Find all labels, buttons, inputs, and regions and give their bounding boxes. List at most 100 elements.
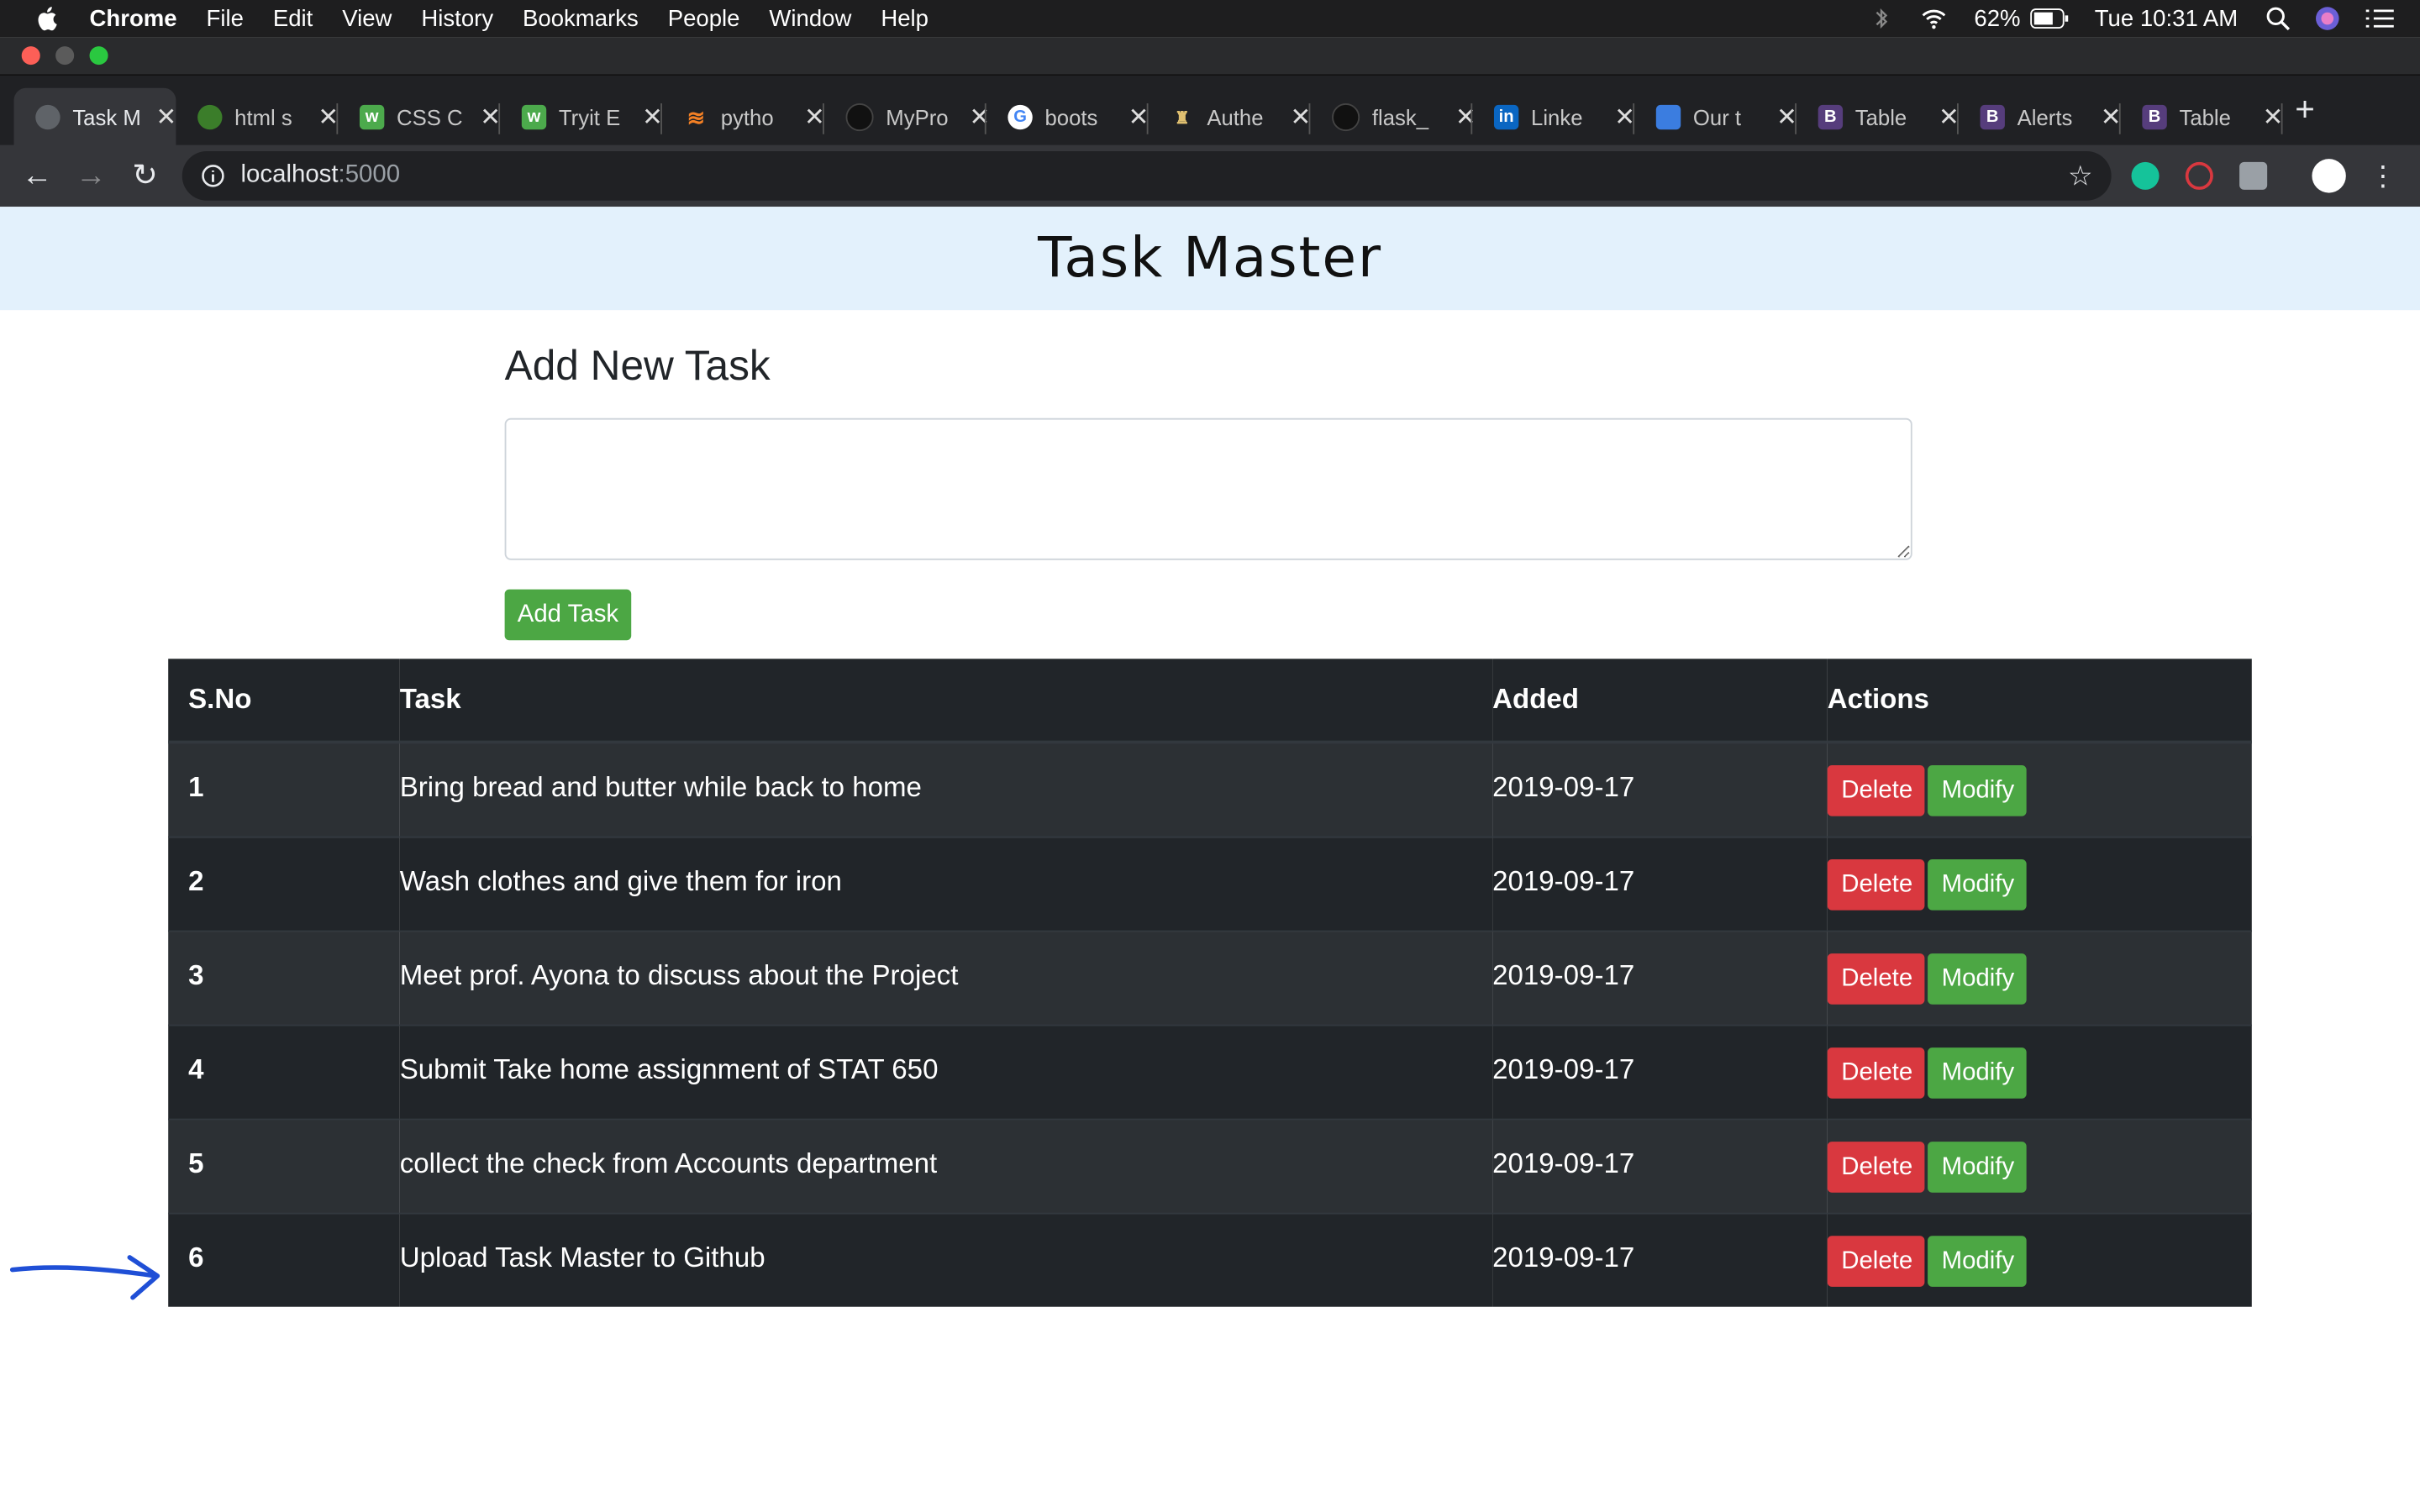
tab-linkedin[interactable]: in Linke ✕	[1472, 88, 1635, 147]
apple-icon[interactable]	[34, 5, 61, 33]
w3schools-icon: w	[521, 104, 547, 130]
star-icon[interactable]: ☆	[2068, 160, 2093, 193]
w3schools-icon: w	[359, 104, 385, 130]
tab-label: Authe	[1207, 104, 1264, 130]
delete-button[interactable]: Delete	[1827, 953, 1925, 1005]
task-input[interactable]	[504, 417, 1912, 560]
more-icon[interactable]: ⋮	[2365, 157, 2402, 194]
tab-bootstrap-tables[interactable]: B Table ✕	[1797, 88, 1960, 147]
tab-bootstrap-search[interactable]: G boots ✕	[986, 88, 1149, 147]
tab-label: Tryit E	[558, 104, 621, 130]
tab-label: Table	[2179, 104, 2231, 130]
modify-button[interactable]: Modify	[1928, 1142, 2027, 1193]
close-window-button[interactable]	[21, 46, 40, 66]
bluetooth-icon[interactable]	[1870, 6, 1894, 30]
bootstrap-icon: B	[1980, 104, 2005, 130]
header-task: Task	[399, 659, 1493, 744]
tasks-table: S.No Task Added Actions 1 Bring bread an…	[168, 659, 2252, 1307]
delete-button[interactable]: Delete	[1827, 1047, 1925, 1099]
flask-icon: ♜	[1174, 108, 1191, 128]
spotlight-icon[interactable]	[2265, 6, 2291, 31]
new-tab-button[interactable]: +	[2295, 90, 2315, 130]
info-icon[interactable]	[201, 164, 225, 188]
menu-window[interactable]: Window	[769, 5, 851, 31]
menu-history[interactable]: History	[421, 5, 493, 31]
close-tab-icon[interactable]: ✕	[480, 102, 501, 133]
close-tab-icon[interactable]: ✕	[1939, 102, 1960, 133]
tab-flask[interactable]: flask_ ✕	[1310, 88, 1476, 147]
grammarly-icon[interactable]	[2131, 161, 2160, 190]
github-icon	[1332, 103, 1360, 132]
header-sno: S.No	[168, 659, 400, 744]
form-title: Add New Task	[504, 342, 771, 389]
extension-icon[interactable]	[2239, 161, 2268, 190]
forward-icon[interactable]: →	[72, 157, 109, 194]
tab-python[interactable]: ≋ pytho ✕	[662, 88, 825, 147]
delete-button[interactable]: Delete	[1827, 859, 1925, 911]
menu-edit[interactable]: Edit	[273, 5, 313, 31]
row-task: collect the check from Accounts departme…	[399, 1147, 938, 1179]
menu-people[interactable]: People	[668, 5, 740, 31]
minimize-window-button[interactable]	[55, 46, 75, 66]
modify-button[interactable]: Modify	[1928, 953, 2027, 1005]
zoom-window-button[interactable]	[89, 46, 108, 66]
close-tab-icon[interactable]: ✕	[2263, 102, 2284, 133]
menu-app-name[interactable]: Chrome	[90, 5, 177, 31]
close-tab-icon[interactable]: ✕	[1776, 102, 1797, 133]
add-task-button[interactable]: Add Task	[504, 589, 632, 641]
battery-icon[interactable]	[2030, 6, 2070, 30]
modify-button[interactable]: Modify	[1928, 1047, 2027, 1099]
tab-label: html s	[234, 104, 292, 130]
menu-bookmarks[interactable]: Bookmarks	[523, 5, 639, 31]
back-icon[interactable]: ←	[18, 157, 55, 194]
tab-our-team[interactable]: Our t ✕	[1634, 88, 1797, 147]
linkedin-icon: in	[1493, 104, 1519, 130]
tab-bootstrap-tables-2[interactable]: B Table ✕	[2121, 88, 2283, 147]
menu-clock[interactable]: Tue 10:31 AM	[2095, 5, 2238, 31]
close-tab-icon[interactable]: ✕	[1291, 102, 1312, 133]
delete-button[interactable]: Delete	[1827, 1236, 1925, 1287]
tab-css[interactable]: w CSS C ✕	[338, 88, 501, 147]
modify-button[interactable]: Modify	[1928, 765, 2027, 816]
close-tab-icon[interactable]: ✕	[156, 102, 177, 133]
siri-icon[interactable]	[2315, 6, 2339, 30]
extension-icon[interactable]	[2185, 161, 2213, 190]
control-center-icon[interactable]	[2365, 6, 2396, 30]
menu-help[interactable]: Help	[881, 5, 929, 31]
close-tab-icon[interactable]: ✕	[1614, 102, 1635, 133]
modify-button[interactable]: Modify	[1928, 859, 2027, 911]
delete-button[interactable]: Delete	[1827, 1142, 1925, 1193]
row-task: Upload Task Master to Github	[399, 1242, 765, 1273]
tab-html[interactable]: html s ✕	[176, 88, 339, 147]
browser-toolbar: ← → ↻ localhost:5000 ☆ ⋮	[0, 144, 2420, 207]
modify-button[interactable]: Modify	[1928, 1236, 2027, 1287]
globe-icon	[35, 104, 60, 130]
tab-task-master[interactable]: Task M ✕	[13, 87, 177, 147]
wifi-icon[interactable]	[1918, 6, 1949, 30]
page-title: Task Master	[1038, 227, 1382, 291]
close-tab-icon[interactable]: ✕	[642, 102, 663, 133]
tab-strip: Task M ✕ html s ✕ w CSS C ✕ w Tryit E ✕ …	[0, 74, 2420, 147]
url-host: localhost	[240, 161, 339, 189]
profile-icon[interactable]	[2312, 159, 2346, 193]
bootstrap-icon: B	[1818, 104, 1844, 130]
tab-label: Task M	[72, 104, 141, 130]
close-tab-icon[interactable]: ✕	[2101, 102, 2122, 133]
address-bar[interactable]: localhost:5000 ☆	[182, 151, 2112, 201]
tab-auth[interactable]: ♜ Authe ✕	[1149, 88, 1311, 147]
close-tab-icon[interactable]: ✕	[1128, 102, 1150, 133]
tab-label: MyPro	[886, 104, 949, 130]
tab-myproject[interactable]: MyPro ✕	[824, 88, 990, 147]
menu-view[interactable]: View	[342, 5, 392, 31]
arrow-annotation	[9, 1255, 160, 1300]
table-row: 4 Submit Take home assignment of STAT 65…	[168, 1024, 2252, 1120]
row-sno: 1	[188, 771, 204, 803]
reload-icon[interactable]: ↻	[127, 157, 164, 194]
delete-button[interactable]: Delete	[1827, 765, 1925, 816]
tab-bootstrap-alerts[interactable]: B Alerts ✕	[1959, 88, 2121, 147]
tab-tryit[interactable]: w Tryit E ✕	[500, 88, 663, 147]
close-tab-icon[interactable]: ✕	[804, 102, 825, 133]
url-port: :5000	[338, 161, 401, 189]
close-tab-icon[interactable]: ✕	[318, 102, 339, 133]
menu-file[interactable]: File	[207, 5, 244, 31]
